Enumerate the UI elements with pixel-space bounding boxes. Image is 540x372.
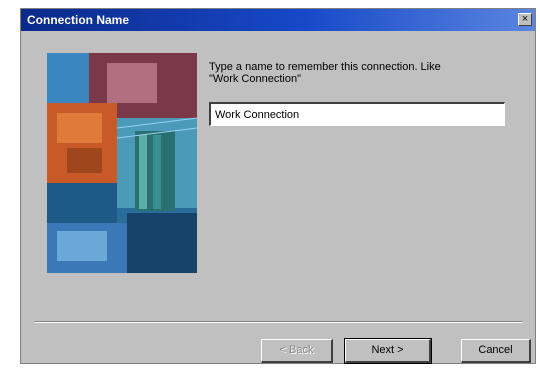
connection-name-input[interactable] bbox=[209, 102, 505, 126]
wizard-image bbox=[47, 53, 197, 273]
close-icon: × bbox=[521, 13, 529, 25]
close-button[interactable]: × bbox=[518, 13, 532, 26]
collage-image bbox=[47, 53, 197, 273]
back-button[interactable]: < Back bbox=[261, 339, 333, 363]
instruction-line-1: Type a name to remember this connection.… bbox=[209, 61, 441, 73]
title-bar[interactable]: Connection Name × bbox=[21, 9, 535, 31]
cancel-button[interactable]: Cancel bbox=[461, 339, 531, 363]
instruction-line-2: "Work Connection" bbox=[209, 73, 301, 85]
instruction-text: Type a name to remember this connection.… bbox=[209, 61, 509, 85]
connection-name-dialog: Connection Name × Type a name to remembe… bbox=[20, 8, 536, 364]
window-title: Connection Name bbox=[27, 13, 130, 27]
separator-line bbox=[35, 321, 523, 323]
next-button[interactable]: Next > bbox=[344, 338, 432, 364]
